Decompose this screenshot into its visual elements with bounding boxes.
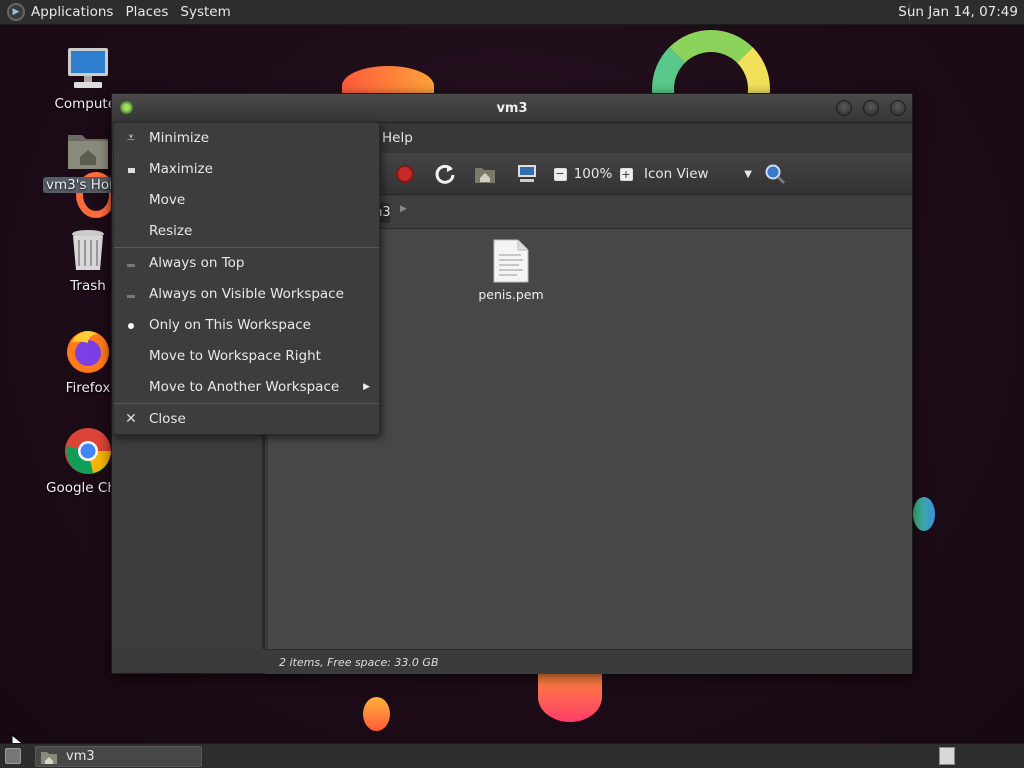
wallpaper-blue-blob [913, 497, 935, 531]
home-icon [475, 168, 495, 183]
path-scroll-right-icon[interactable]: ▶ [400, 204, 407, 214]
reload-icon [435, 164, 455, 184]
places-menu[interactable]: Places [119, 0, 174, 25]
status-bar: 2 items, Free space: 33.0 GB [265, 649, 912, 674]
close-icon: ✕ [125, 411, 137, 427]
clock[interactable]: Sun Jan 14, 07:49 [898, 0, 1018, 25]
wallpaper-small-blob [363, 697, 390, 731]
distro-logo-icon[interactable]: ▶ [7, 3, 25, 21]
close-button[interactable] [890, 100, 906, 116]
desktop-icon-label: Trash [70, 278, 106, 294]
menu-item-maximize[interactable]: Maximize [114, 154, 379, 185]
view-mode-label: Icon View [644, 166, 709, 182]
zoom-out-button[interactable]: − [552, 153, 568, 195]
computer-icon [518, 165, 536, 182]
zoom-level[interactable]: 100% [574, 153, 613, 195]
zoom-in-button[interactable]: + [618, 153, 634, 195]
wallpaper-pink-blob [538, 672, 602, 722]
menu-item-move[interactable]: Move [114, 185, 379, 216]
chevron-down-icon: ▼ [744, 168, 752, 180]
view-mode-select[interactable]: Icon View ▼ [644, 153, 754, 195]
stop-button[interactable] [392, 153, 418, 195]
trash-icon [72, 230, 104, 270]
stop-icon [396, 165, 414, 183]
window-titlebar[interactable]: vm3 [112, 94, 912, 123]
menu-item-resize[interactable]: Resize [114, 216, 379, 247]
chrome-icon [65, 428, 111, 475]
menu-item-move-to-another-workspace[interactable]: Move to Another Workspace ▶ [114, 372, 379, 403]
minimize-button[interactable] [836, 100, 852, 116]
menu-item-only-on-this-workspace[interactable]: Only on This Workspace [114, 310, 379, 341]
computer-button[interactable] [514, 153, 540, 195]
window-context-menu: ⩡ Minimize Maximize Move Resize Always o… [113, 122, 380, 435]
text-file-icon [493, 239, 529, 283]
unchecked-toggle-icon [123, 248, 139, 279]
file-name: penis.pem [478, 287, 544, 302]
reload-button[interactable] [432, 153, 458, 195]
menu-item-always-on-top[interactable]: Always on Top [114, 248, 379, 279]
maximize-icon [123, 154, 139, 185]
system-menu[interactable]: System [174, 0, 236, 25]
menu-item-close[interactable]: ✕ Close [114, 404, 379, 435]
zoom-out-icon: − [553, 166, 567, 181]
submenu-arrow-icon: ▶ [363, 382, 370, 392]
menu-item-move-to-workspace-right[interactable]: Move to Workspace Right [114, 341, 379, 372]
zoom-in-icon: + [619, 167, 633, 181]
minimize-icon: ⩡ [127, 130, 135, 146]
menu-help[interactable]: Help [382, 123, 413, 153]
taskbar-item-label: vm3 [66, 749, 95, 764]
bottom-panel: vm3 [0, 743, 1024, 768]
window-title: vm3 [496, 101, 528, 116]
show-desktop-icon[interactable] [5, 748, 21, 764]
firefox-icon [67, 331, 109, 373]
search-icon [765, 164, 786, 185]
menu-item-always-on-visible-workspace[interactable]: Always on Visible Workspace [114, 279, 379, 310]
computer-icon [68, 48, 108, 88]
top-panel: ▶ Applications Places System Sun Jan 14,… [0, 0, 1024, 25]
home-button[interactable] [472, 153, 498, 195]
file-item[interactable]: penis.pem [476, 239, 546, 302]
desktop-icon-label: Firefox [65, 380, 111, 396]
home-folder-icon [68, 135, 108, 169]
unchecked-toggle-icon [123, 279, 139, 310]
menu-item-minimize[interactable]: ⩡ Minimize [114, 123, 379, 154]
taskbar-item-vm3[interactable]: vm3 [35, 746, 202, 767]
search-button[interactable] [763, 153, 787, 195]
maximize-button[interactable] [863, 100, 879, 116]
home-folder-icon [41, 751, 57, 764]
applications-menu[interactable]: Applications [25, 0, 119, 25]
radio-selected-icon [123, 310, 139, 341]
workspace-switcher[interactable] [939, 747, 955, 765]
